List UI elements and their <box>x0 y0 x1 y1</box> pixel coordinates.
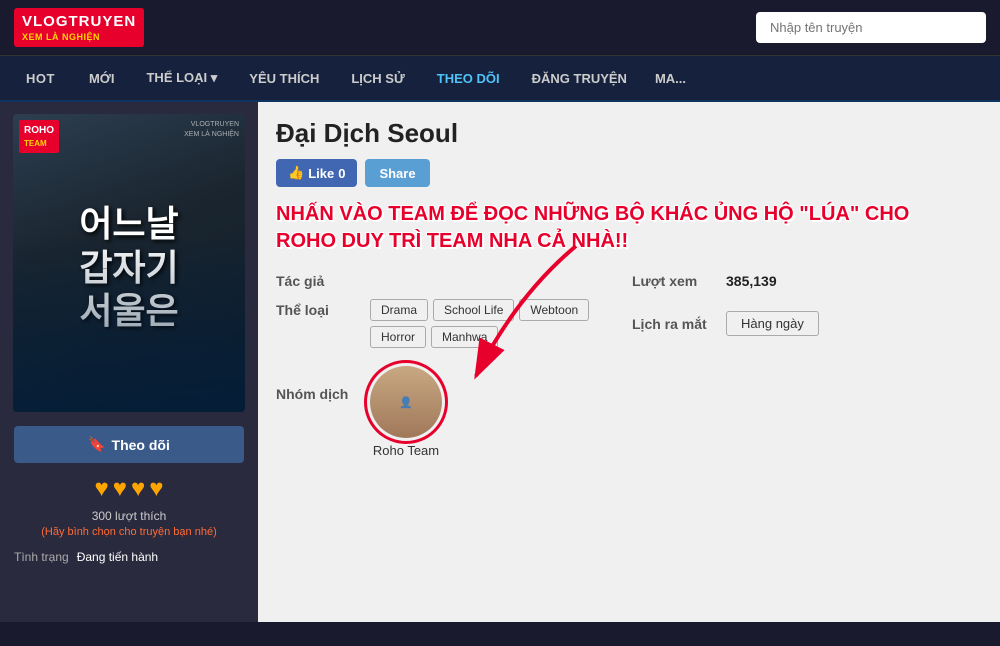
nav-item-yeuthich[interactable]: YÊU THÍCH <box>233 57 335 100</box>
logo-box: VLOGTRUYEN XEM LÀ NGHIỆN <box>14 8 144 47</box>
thumb-icon: 👍 <box>288 165 304 181</box>
promo-text: NHẤN VÀO TEAM ĐỂ ĐỌC NHỮNG BỘ KHÁC ỦNG H… <box>276 201 956 255</box>
status-row: Tình trạng Đang tiến hành <box>14 550 244 564</box>
logo-sub: XEM LÀ NGHIỆN <box>22 32 136 44</box>
release-schedule-button[interactable]: Hàng ngày <box>726 311 819 336</box>
nav-item-more[interactable]: MA... <box>643 57 698 100</box>
nav-item-dangtruyen[interactable]: ĐĂNG TRUYỆN <box>516 57 643 100</box>
translator-row: Nhóm dịch 👤 Roho Team <box>276 366 978 458</box>
star-4[interactable]: ♥ <box>149 475 163 503</box>
star-3[interactable]: ♥ <box>131 475 145 503</box>
left-panel: ROHO TEAM VLOGTRUYEN XEM LÀ NGHIỆN 어느날갑자… <box>0 102 258 622</box>
translator-label: Nhóm dịch <box>276 366 356 402</box>
status-value: Đang tiến hành <box>77 550 158 564</box>
promo-banner: NHẤN VÀO TEAM ĐỂ ĐỌC NHỮNG BỘ KHÁC ỦNG H… <box>276 197 978 259</box>
release-label: Lịch ra mắt <box>632 316 712 332</box>
star-1[interactable]: ♥ <box>95 475 109 503</box>
nav-item-lichsu[interactable]: LỊCH SỬ <box>335 57 420 100</box>
header: VLOGTRUYEN XEM LÀ NGHIỆN <box>0 0 1000 56</box>
vote-prompt: (Hãy bình chọn cho truyện bạn nhé) <box>41 526 217 538</box>
star-2[interactable]: ♥ <box>113 475 127 503</box>
logo-main: VLOGTRUYEN <box>22 12 136 32</box>
views-row: Lượt xem 385,139 <box>632 273 978 289</box>
cover-watermark: VLOGTRUYEN XEM LÀ NGHIỆN <box>184 120 239 140</box>
nav-item-theloai[interactable]: THỂ LOẠI ▾ <box>130 56 233 100</box>
nav-item-theodoi[interactable]: THEO DÕI <box>421 57 516 100</box>
status-label: Tình trạng <box>14 550 69 564</box>
red-arrow <box>416 236 616 401</box>
like-count: 0 <box>338 166 345 181</box>
main-content: ROHO TEAM VLOGTRUYEN XEM LÀ NGHIỆN 어느날갑자… <box>0 102 1000 622</box>
likes-count: 300 lượt thích <box>92 509 167 523</box>
roho-badge: ROHO TEAM <box>19 120 59 153</box>
like-label: Like <box>308 166 334 181</box>
manga-title: Đại Dịch Seoul <box>276 118 978 149</box>
search-input[interactable] <box>756 12 986 43</box>
follow-label: Theo dõi <box>112 437 170 453</box>
views-value: 385,139 <box>726 273 777 289</box>
views-label: Lượt xem <box>632 273 712 289</box>
navbar: HOT MỚI THỂ LOẠI ▾ YÊU THÍCH LỊCH SỬ THE… <box>0 56 1000 102</box>
manga-cover: ROHO TEAM VLOGTRUYEN XEM LÀ NGHIỆN 어느날갑자… <box>13 114 245 412</box>
logo[interactable]: VLOGTRUYEN XEM LÀ NGHIỆN <box>14 8 144 47</box>
nav-item-hot[interactable]: HOT <box>8 57 73 100</box>
like-button[interactable]: 👍 Like 0 <box>276 159 357 187</box>
genre-label: Thể loại <box>276 299 356 318</box>
release-row: Lịch ra mắt Hàng ngày <box>632 299 978 348</box>
search-container <box>756 12 986 43</box>
action-row: 👍 Like 0 Share <box>276 159 978 187</box>
nav-item-moi[interactable]: MỚI <box>73 57 131 100</box>
right-panel: Đại Dịch Seoul 👍 Like 0 Share NHẤN VÀO T… <box>258 102 1000 622</box>
translator-name: Roho Team <box>373 443 439 458</box>
follow-button[interactable]: 🔖 Theo dõi <box>14 426 244 463</box>
cover-characters-overlay <box>13 233 245 412</box>
author-label: Tác giả <box>276 273 356 289</box>
info-section: Tác giả Lượt xem 385,139 Thể loại Drama … <box>276 273 978 356</box>
share-button[interactable]: Share <box>365 159 429 187</box>
rating-stars: ♥ ♥ ♥ ♥ <box>95 475 164 503</box>
bookmark-icon: 🔖 <box>88 436 105 453</box>
